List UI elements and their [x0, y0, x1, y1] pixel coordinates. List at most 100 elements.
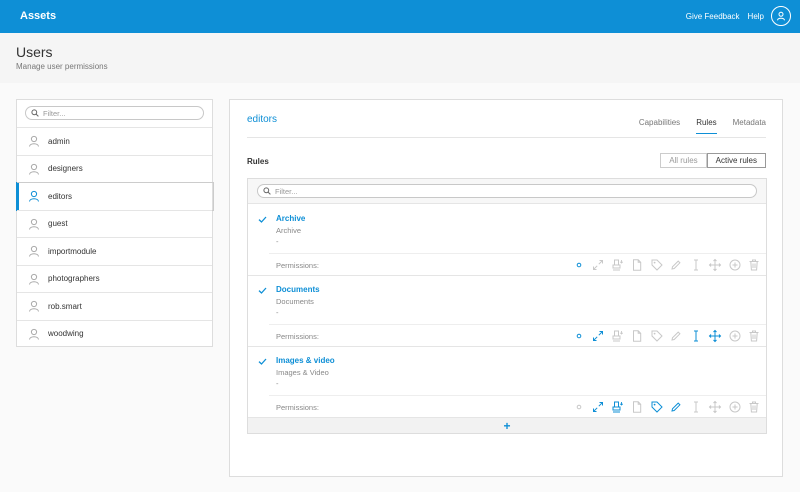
- tab-metadata[interactable]: Metadata: [733, 118, 766, 134]
- group-detail-panel: editors Capabilities Rules Metadata Rule…: [229, 99, 783, 477]
- check-icon[interactable]: [258, 215, 267, 224]
- user-list-panel: admin designers editors guest importmodule ph…: [16, 99, 214, 348]
- add-circle-icon[interactable]: [728, 329, 742, 345]
- add-circle-icon[interactable]: [728, 258, 742, 274]
- user-icon: [28, 273, 40, 285]
- rules-box: ArchiveArchive-Permissions:DocumentsDocu…: [247, 178, 767, 434]
- check-icon[interactable]: [258, 357, 267, 366]
- user-icon: [28, 163, 40, 175]
- permission-icons: [572, 258, 762, 274]
- permissions-row: Permissions:: [269, 395, 766, 417]
- permissions-row: Permissions:: [269, 324, 766, 346]
- eye-icon[interactable]: [572, 400, 586, 416]
- rule-row: Archive Archive - Permissions:: [248, 205, 766, 276]
- trash-icon[interactable]: [747, 400, 761, 416]
- text-cursor-icon[interactable]: [689, 400, 703, 416]
- user-item-importmodule[interactable]: importmodule: [17, 237, 212, 265]
- expand-icon[interactable]: [591, 400, 605, 416]
- tab-divider: [247, 137, 766, 138]
- user-list: admin designers editors guest importmodule ph…: [16, 127, 214, 348]
- tag-icon[interactable]: [650, 329, 664, 345]
- tag-icon[interactable]: [650, 258, 664, 274]
- user-icon: [28, 190, 40, 202]
- permission-icons: [572, 329, 762, 345]
- detail-tabs: Capabilities Rules Metadata: [639, 118, 766, 134]
- rule-description: -: [276, 308, 279, 317]
- user-avatar-icon[interactable]: [771, 6, 791, 26]
- user-item-admin[interactable]: admin: [17, 127, 212, 155]
- rule-description: -: [276, 379, 279, 388]
- tab-rules[interactable]: Rules: [696, 118, 717, 134]
- search-icon: [31, 109, 39, 117]
- user-item-label: editors: [48, 191, 73, 201]
- page-subtitle: Manage user permissions: [16, 62, 108, 71]
- move-icon[interactable]: [708, 400, 722, 416]
- permissions-label: Permissions:: [276, 332, 319, 341]
- user-item-woodwing[interactable]: woodwing: [17, 319, 212, 348]
- user-icon: [28, 245, 40, 257]
- user-item-photographers[interactable]: photographers: [17, 264, 212, 293]
- user-icon: [28, 300, 40, 312]
- rules-filter-input[interactable]: [275, 186, 395, 196]
- document-icon[interactable]: [630, 329, 644, 345]
- document-icon[interactable]: [630, 400, 644, 416]
- tab-capabilities[interactable]: Capabilities: [639, 118, 680, 134]
- document-icon[interactable]: [630, 258, 644, 274]
- app-brand[interactable]: Assets: [20, 10, 56, 22]
- pencil-icon[interactable]: [669, 329, 683, 345]
- user-icon: [28, 218, 40, 230]
- rule-subtitle: Documents: [276, 297, 314, 306]
- stamp-icon[interactable]: [611, 400, 625, 416]
- trash-icon[interactable]: [747, 258, 761, 274]
- rule-name[interactable]: Images & video: [276, 356, 335, 365]
- add-circle-icon[interactable]: [728, 400, 742, 416]
- text-cursor-icon[interactable]: [689, 258, 703, 274]
- eye-icon[interactable]: [572, 329, 586, 345]
- user-filter-input[interactable]: [43, 108, 163, 118]
- rule-subtitle: Images & Video: [276, 368, 329, 377]
- permissions-label: Permissions:: [276, 261, 319, 270]
- expand-icon[interactable]: [591, 329, 605, 345]
- group-title: editors: [247, 114, 278, 125]
- pencil-icon[interactable]: [669, 258, 683, 274]
- add-rule-button[interactable]: +: [248, 418, 766, 433]
- tag-icon[interactable]: [650, 400, 664, 416]
- pencil-icon[interactable]: [669, 400, 683, 416]
- rule-description: -: [276, 237, 279, 246]
- all-rules-button[interactable]: All rules: [660, 153, 707, 168]
- help-link[interactable]: Help: [748, 12, 764, 21]
- give-feedback-link[interactable]: Give Feedback: [686, 12, 740, 21]
- stamp-icon[interactable]: [611, 258, 625, 274]
- page-header: Users Manage user permissions: [0, 33, 800, 83]
- user-item-label: designers: [48, 164, 83, 174]
- user-item-designers[interactable]: designers: [17, 154, 212, 183]
- user-item-editors[interactable]: editors: [16, 182, 214, 210]
- eye-icon[interactable]: [572, 258, 586, 274]
- rule-name[interactable]: Documents: [276, 285, 320, 294]
- rule-subtitle: Archive: [276, 226, 302, 235]
- permissions-row: Permissions:: [269, 253, 766, 275]
- move-icon[interactable]: [708, 329, 722, 345]
- rules-filter[interactable]: [257, 184, 757, 198]
- user-icon: [28, 328, 40, 340]
- rule-row: Documents Documents - Permissions:: [248, 276, 766, 347]
- permissions-label: Permissions:: [276, 403, 319, 412]
- user-item-label: photographers: [48, 274, 100, 284]
- rules-filter-bar: [248, 179, 766, 204]
- user-item-guest[interactable]: guest: [17, 209, 212, 238]
- move-icon[interactable]: [708, 258, 722, 274]
- expand-icon[interactable]: [591, 258, 605, 274]
- rule-name[interactable]: Archive: [276, 214, 305, 223]
- user-icon: [28, 135, 40, 147]
- trash-icon[interactable]: [747, 329, 761, 345]
- user-item-rob-smart[interactable]: rob.smart: [17, 292, 212, 320]
- text-cursor-icon[interactable]: [689, 329, 703, 345]
- user-filter[interactable]: [25, 106, 204, 120]
- search-icon: [263, 187, 271, 195]
- user-item-label: guest: [48, 219, 68, 229]
- stamp-icon[interactable]: [611, 329, 625, 345]
- check-icon[interactable]: [258, 286, 267, 295]
- user-item-label: woodwing: [48, 329, 84, 339]
- user-item-label: importmodule: [48, 246, 97, 256]
- active-rules-button[interactable]: Active rules: [706, 153, 766, 168]
